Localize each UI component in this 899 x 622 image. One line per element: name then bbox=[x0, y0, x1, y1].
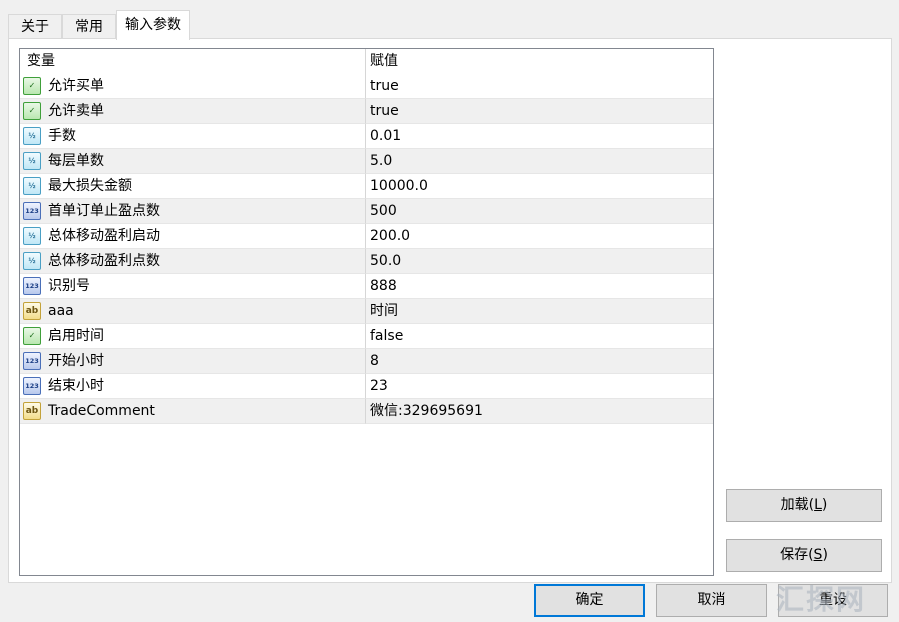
string-icon: ab bbox=[23, 302, 41, 320]
param-name-cell: ½ 每层单数 bbox=[20, 149, 366, 174]
load-mnemonic: L bbox=[814, 497, 822, 513]
param-value[interactable]: 10000.0 bbox=[366, 174, 713, 199]
int-icon: 123 bbox=[23, 202, 41, 220]
tab-label: 常用 bbox=[75, 19, 103, 35]
param-value[interactable]: true bbox=[366, 74, 713, 99]
double-icon: ½ bbox=[23, 177, 41, 195]
table-row[interactable]: 123 识别号 888 bbox=[20, 274, 713, 299]
param-name-cell: ✓ 允许卖单 bbox=[20, 99, 366, 124]
load-suffix: ) bbox=[821, 497, 828, 513]
table-row[interactable]: ab aaa 时间 bbox=[20, 299, 713, 324]
param-name-cell: ½ 总体移动盈利点数 bbox=[20, 249, 366, 274]
table-row[interactable]: ab TradeComment 微信:329695691 bbox=[20, 399, 713, 424]
param-value[interactable]: 23 bbox=[366, 374, 713, 399]
param-value[interactable]: true bbox=[366, 99, 713, 124]
ok-button[interactable]: 确定 bbox=[534, 584, 645, 617]
param-name-cell: ab aaa bbox=[20, 299, 366, 324]
param-name: 最大损失金额 bbox=[48, 177, 132, 194]
save-suffix: ) bbox=[822, 547, 828, 563]
tab-common[interactable]: 常用 bbox=[62, 14, 116, 39]
param-value[interactable]: 200.0 bbox=[366, 224, 713, 249]
tab-inputs[interactable]: 输入参数 bbox=[116, 10, 190, 40]
param-name-cell: ½ 最大损失金额 bbox=[20, 174, 366, 199]
param-value[interactable]: 0.01 bbox=[366, 124, 713, 149]
int-icon: 123 bbox=[23, 352, 41, 370]
table-row[interactable]: ✓ 启用时间 false bbox=[20, 324, 713, 349]
param-value[interactable]: 888 bbox=[366, 274, 713, 299]
param-name-cell: 123 结束小时 bbox=[20, 374, 366, 399]
load-button[interactable]: 加载(L) bbox=[726, 489, 882, 522]
param-name: 手数 bbox=[48, 127, 76, 144]
table-row[interactable]: ✓ 允许买单 true bbox=[20, 74, 713, 99]
save-button[interactable]: 保存(S) bbox=[726, 539, 882, 572]
param-name: 每层单数 bbox=[48, 152, 104, 169]
load-label: 加载( bbox=[780, 497, 815, 513]
int-icon: 123 bbox=[23, 377, 41, 395]
table-row[interactable]: 123 结束小时 23 bbox=[20, 374, 713, 399]
bool-icon: ✓ bbox=[23, 77, 41, 95]
double-icon: ½ bbox=[23, 152, 41, 170]
param-value[interactable]: false bbox=[366, 324, 713, 349]
param-name: 结束小时 bbox=[48, 377, 104, 394]
param-name-cell: ✓ 允许买单 bbox=[20, 74, 366, 99]
param-name: 允许卖单 bbox=[48, 102, 104, 119]
table-row[interactable]: ½ 总体移动盈利启动 200.0 bbox=[20, 224, 713, 249]
reset-button[interactable]: 重设 bbox=[778, 584, 888, 617]
param-name: 启用时间 bbox=[48, 327, 104, 344]
param-name-cell: 123 开始小时 bbox=[20, 349, 366, 374]
table-row[interactable]: ½ 每层单数 5.0 bbox=[20, 149, 713, 174]
param-name: 允许买单 bbox=[48, 77, 104, 94]
param-value[interactable]: 8 bbox=[366, 349, 713, 374]
param-name: 总体移动盈利启动 bbox=[48, 227, 160, 244]
parameters-grid: 变量 赋值 ✓ 允许买单 true ✓ 允许卖单 true ½ 手数 0.01 ½ 每层单数 5.0 ½… bbox=[19, 48, 714, 576]
table-row[interactable]: ✓ 允许卖单 true bbox=[20, 99, 713, 124]
table-row[interactable]: 123 开始小时 8 bbox=[20, 349, 713, 374]
header-variable[interactable]: 变量 bbox=[20, 49, 366, 74]
bool-icon: ✓ bbox=[23, 102, 41, 120]
table-row[interactable]: ½ 总体移动盈利点数 50.0 bbox=[20, 249, 713, 274]
param-name-cell: 123 识别号 bbox=[20, 274, 366, 299]
param-value[interactable]: 时间 bbox=[366, 299, 713, 324]
tab-label: 输入参数 bbox=[125, 17, 181, 33]
double-icon: ½ bbox=[23, 227, 41, 245]
param-name-cell: ½ 总体移动盈利启动 bbox=[20, 224, 366, 249]
header-value[interactable]: 赋值 bbox=[366, 49, 713, 74]
param-name-cell: 123 首单订单止盈点数 bbox=[20, 199, 366, 224]
int-icon: 123 bbox=[23, 277, 41, 295]
table-row[interactable]: ½ 手数 0.01 bbox=[20, 124, 713, 149]
double-icon: ½ bbox=[23, 127, 41, 145]
string-icon: ab bbox=[23, 402, 41, 420]
param-name-cell: ab TradeComment bbox=[20, 399, 366, 424]
param-value[interactable]: 500 bbox=[366, 199, 713, 224]
param-name: 开始小时 bbox=[48, 352, 104, 369]
param-value[interactable]: 微信:329695691 bbox=[366, 399, 713, 424]
param-name: 识别号 bbox=[48, 277, 90, 294]
param-name: 首单订单止盈点数 bbox=[48, 202, 160, 219]
param-name: 总体移动盈利点数 bbox=[48, 252, 160, 269]
tab-about[interactable]: 关于 bbox=[8, 14, 62, 39]
save-label: 保存( bbox=[780, 547, 814, 563]
tab-label: 关于 bbox=[21, 19, 49, 35]
table-row[interactable]: ½ 最大损失金额 10000.0 bbox=[20, 174, 713, 199]
param-name-cell: ✓ 启用时间 bbox=[20, 324, 366, 349]
param-value[interactable]: 50.0 bbox=[366, 249, 713, 274]
param-value[interactable]: 5.0 bbox=[366, 149, 713, 174]
double-icon: ½ bbox=[23, 252, 41, 270]
bool-icon: ✓ bbox=[23, 327, 41, 345]
param-name-cell: ½ 手数 bbox=[20, 124, 366, 149]
cancel-button[interactable]: 取消 bbox=[656, 584, 767, 617]
param-name: aaa bbox=[48, 302, 74, 319]
table-row[interactable]: 123 首单订单止盈点数 500 bbox=[20, 199, 713, 224]
grid-header: 变量 赋值 bbox=[20, 49, 713, 74]
param-name: TradeComment bbox=[48, 402, 155, 419]
